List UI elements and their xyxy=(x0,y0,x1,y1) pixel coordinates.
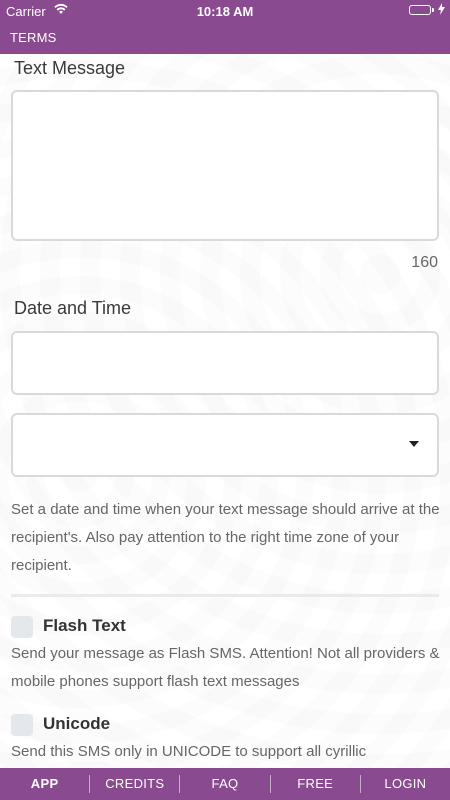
unicode-checkbox[interactable] xyxy=(11,714,33,736)
tab-credits[interactable]: CREDITS xyxy=(90,768,179,800)
character-counter: 160 xyxy=(411,254,438,271)
status-bar: Carrier 10:18 AM xyxy=(0,0,450,22)
text-message-input[interactable] xyxy=(11,90,439,241)
flash-text-checkbox[interactable] xyxy=(11,616,33,638)
timezone-select[interactable] xyxy=(11,413,439,477)
tab-login[interactable]: LOGIN xyxy=(361,768,450,800)
tab-free[interactable]: FREE xyxy=(271,768,360,800)
flash-text-option[interactable]: Flash Text xyxy=(11,616,311,638)
unicode-description: Send this SMS only in UNICODE to support… xyxy=(11,743,367,760)
chevron-down-icon xyxy=(409,441,419,447)
unicode-label: Unicode xyxy=(43,714,111,733)
battery-icon xyxy=(409,5,431,15)
date-time-input[interactable] xyxy=(11,331,439,395)
flash-text-label: Flash Text xyxy=(43,616,126,635)
bottom-tab-bar: APP CREDITS FAQ FREE LOGIN xyxy=(0,768,450,800)
flash-text-description: Send your message as Flash SMS. Attentio… xyxy=(11,645,440,690)
divider xyxy=(11,594,439,597)
battery-tip xyxy=(432,8,434,12)
form-content[interactable]: Text Message 160 Date and Time Set a dat… xyxy=(0,54,450,768)
date-time-help: Set a date and time when your text messa… xyxy=(11,501,440,574)
top-bar: Carrier 10:18 AM TERMS xyxy=(0,0,450,54)
date-time-label: Date and Time xyxy=(14,298,132,318)
tab-faq[interactable]: FAQ xyxy=(180,768,269,800)
charging-bolt-icon xyxy=(438,3,445,18)
clock: 10:18 AM xyxy=(196,4,254,19)
tab-app[interactable]: APP xyxy=(0,768,89,800)
terms-link[interactable]: TERMS xyxy=(10,30,57,45)
text-message-label: Text Message xyxy=(14,58,126,78)
unicode-option[interactable]: Unicode xyxy=(11,714,311,736)
